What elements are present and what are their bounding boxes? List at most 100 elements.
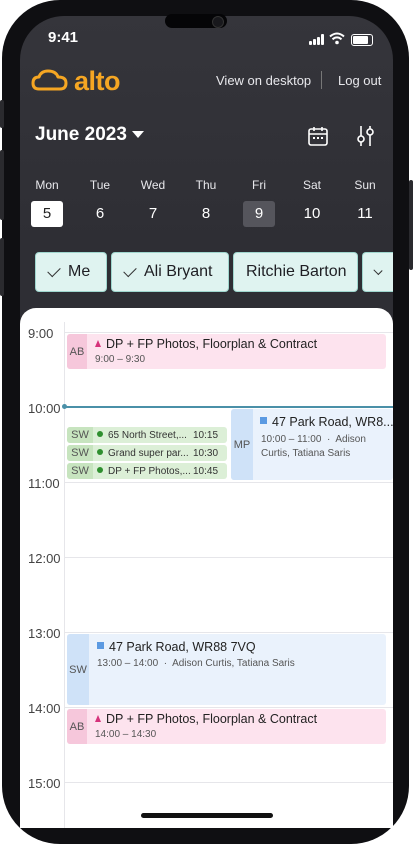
dot-icon bbox=[97, 449, 103, 455]
day-tue[interactable]: Tue 6 bbox=[84, 178, 116, 227]
event-time: 10:45 bbox=[193, 466, 219, 477]
event-card[interactable]: MP 47 Park Road, WR8... 10:00 – 11:00 · … bbox=[231, 409, 393, 480]
day-schedule[interactable]: 9:00 10:00 11:00 12:00 13:00 14:00 15:00… bbox=[20, 308, 393, 828]
signal-icon bbox=[309, 34, 325, 45]
filter-chip-more[interactable] bbox=[362, 252, 393, 292]
day-name: Sun bbox=[354, 178, 376, 192]
day-number: 5 bbox=[31, 201, 63, 227]
logout-link[interactable]: Log out bbox=[338, 73, 381, 88]
filter-chip-ali-bryant[interactable]: Ali Bryant bbox=[111, 252, 229, 292]
event-card[interactable]: AB DP + FP Photos, Floorplan & Contract … bbox=[67, 334, 386, 369]
hour-line bbox=[64, 557, 393, 558]
hour-line bbox=[64, 707, 393, 708]
event-attendees: Adison Curtis, Tatiana Saris bbox=[172, 658, 295, 669]
event-title: 47 Park Road, WR8... bbox=[260, 415, 393, 429]
hour-label: 14:00 bbox=[28, 701, 61, 716]
event-time: 10:30 bbox=[193, 448, 219, 459]
filter-sliders-icon[interactable] bbox=[356, 125, 376, 147]
check-icon bbox=[123, 263, 137, 277]
day-number: 8 bbox=[201, 205, 211, 222]
square-icon bbox=[260, 417, 267, 424]
event-time: 14:00 – 14:30 bbox=[95, 729, 157, 740]
wifi-icon bbox=[329, 32, 345, 45]
hour-label: 15:00 bbox=[28, 776, 61, 791]
day-wed[interactable]: Wed 7 bbox=[137, 178, 169, 227]
day-number: 7 bbox=[148, 205, 158, 222]
month-selector[interactable]: June 2023 bbox=[35, 124, 127, 146]
day-number: 9 bbox=[243, 201, 275, 227]
event-time: 13:00 – 14:00 bbox=[97, 658, 159, 669]
event-owner-tag: SW bbox=[67, 634, 89, 705]
status-time: 9:41 bbox=[48, 29, 79, 46]
hour-line bbox=[64, 782, 393, 783]
chevron-down-icon[interactable] bbox=[132, 131, 144, 138]
event-card[interactable]: SW DP + FP Photos,... 10:45 bbox=[67, 463, 227, 479]
day-name: Tue bbox=[89, 178, 111, 192]
camera-icon bbox=[212, 16, 224, 28]
event-owner-tag: SW bbox=[67, 445, 93, 461]
event-card[interactable]: SW 47 Park Road, WR88 7VQ 13:00 – 14:00 … bbox=[67, 634, 386, 705]
event-title: Grand super par... bbox=[97, 448, 189, 459]
event-title-text: Grand super par... bbox=[108, 448, 189, 459]
square-icon bbox=[97, 642, 104, 649]
day-name: Wed bbox=[140, 178, 166, 192]
filter-chip-label: Ritchie Barton bbox=[246, 263, 347, 280]
view-on-desktop-link[interactable]: View on desktop bbox=[216, 73, 311, 88]
separator-dot: · bbox=[324, 434, 334, 445]
time-gutter-line bbox=[64, 322, 65, 828]
event-title-text: DP + FP Photos, Floorplan & Contract bbox=[106, 712, 318, 726]
day-name: Sat bbox=[302, 178, 321, 192]
event-title: DP + FP Photos, Floorplan & Contract bbox=[95, 337, 317, 351]
day-fri[interactable]: Fri 9 bbox=[243, 178, 275, 227]
home-indicator[interactable] bbox=[141, 813, 273, 818]
event-owner-tag: AB bbox=[67, 709, 87, 744]
event-time: 10:00 – 11:00 bbox=[261, 434, 322, 445]
separator-dot: · bbox=[160, 658, 170, 669]
event-time: 9:00 – 9:30 bbox=[95, 354, 146, 365]
phone-side-button bbox=[409, 180, 413, 270]
event-title-text: 47 Park Road, WR8... bbox=[272, 415, 393, 429]
event-title: DP + FP Photos, Floorplan & Contract bbox=[95, 712, 317, 726]
header-divider bbox=[321, 71, 322, 89]
event-owner-tag: SW bbox=[67, 463, 93, 479]
day-thu[interactable]: Thu 8 bbox=[190, 178, 222, 227]
check-icon bbox=[47, 263, 61, 277]
event-card[interactable]: AB DP + FP Photos, Floorplan & Contract … bbox=[67, 709, 386, 744]
dot-icon bbox=[97, 431, 103, 437]
day-number: 6 bbox=[95, 205, 105, 222]
hour-label: 9:00 bbox=[28, 326, 54, 341]
day-number: 11 bbox=[357, 205, 373, 222]
battery-icon bbox=[351, 34, 373, 46]
event-card[interactable]: SW 65 North Street,... 10:15 bbox=[67, 427, 227, 443]
alto-logo-icon bbox=[31, 69, 68, 91]
triangle-icon bbox=[95, 715, 101, 722]
event-time: 10:15 bbox=[193, 430, 219, 441]
day-name: Mon bbox=[35, 178, 59, 192]
event-title: DP + FP Photos,... bbox=[97, 466, 191, 477]
event-title-text: 47 Park Road, WR88 7VQ bbox=[109, 640, 256, 654]
day-mon[interactable]: Mon 5 bbox=[31, 178, 63, 227]
filter-chip-label: Me bbox=[68, 263, 91, 280]
hour-label: 11:00 bbox=[28, 476, 60, 491]
hour-line bbox=[64, 482, 393, 483]
event-title-text: 65 North Street,... bbox=[108, 430, 187, 441]
filter-chip-me[interactable]: Me bbox=[35, 252, 107, 292]
phone-side-button bbox=[0, 150, 4, 220]
day-sat[interactable]: Sat 10 bbox=[296, 178, 328, 227]
filter-chip-label: Ali Bryant bbox=[144, 263, 213, 280]
event-title: 47 Park Road, WR88 7VQ bbox=[97, 640, 256, 654]
hour-line bbox=[64, 332, 393, 333]
hour-label: 12:00 bbox=[28, 551, 61, 566]
day-sun[interactable]: Sun 11 bbox=[349, 178, 381, 227]
day-name: Fri bbox=[252, 178, 266, 192]
calendar-icon[interactable] bbox=[307, 125, 329, 147]
event-owner-tag: SW bbox=[67, 427, 93, 443]
filter-chip-ritchie-barton[interactable]: Ritchie Barton bbox=[233, 252, 358, 292]
hour-label: 10:00 bbox=[28, 401, 61, 416]
event-card[interactable]: SW Grand super par... 10:30 bbox=[67, 445, 227, 461]
day-name: Thu bbox=[195, 178, 217, 192]
check-icon bbox=[373, 265, 383, 275]
hour-line bbox=[64, 632, 393, 633]
phone-side-button bbox=[0, 238, 4, 296]
hour-label: 13:00 bbox=[28, 626, 61, 641]
